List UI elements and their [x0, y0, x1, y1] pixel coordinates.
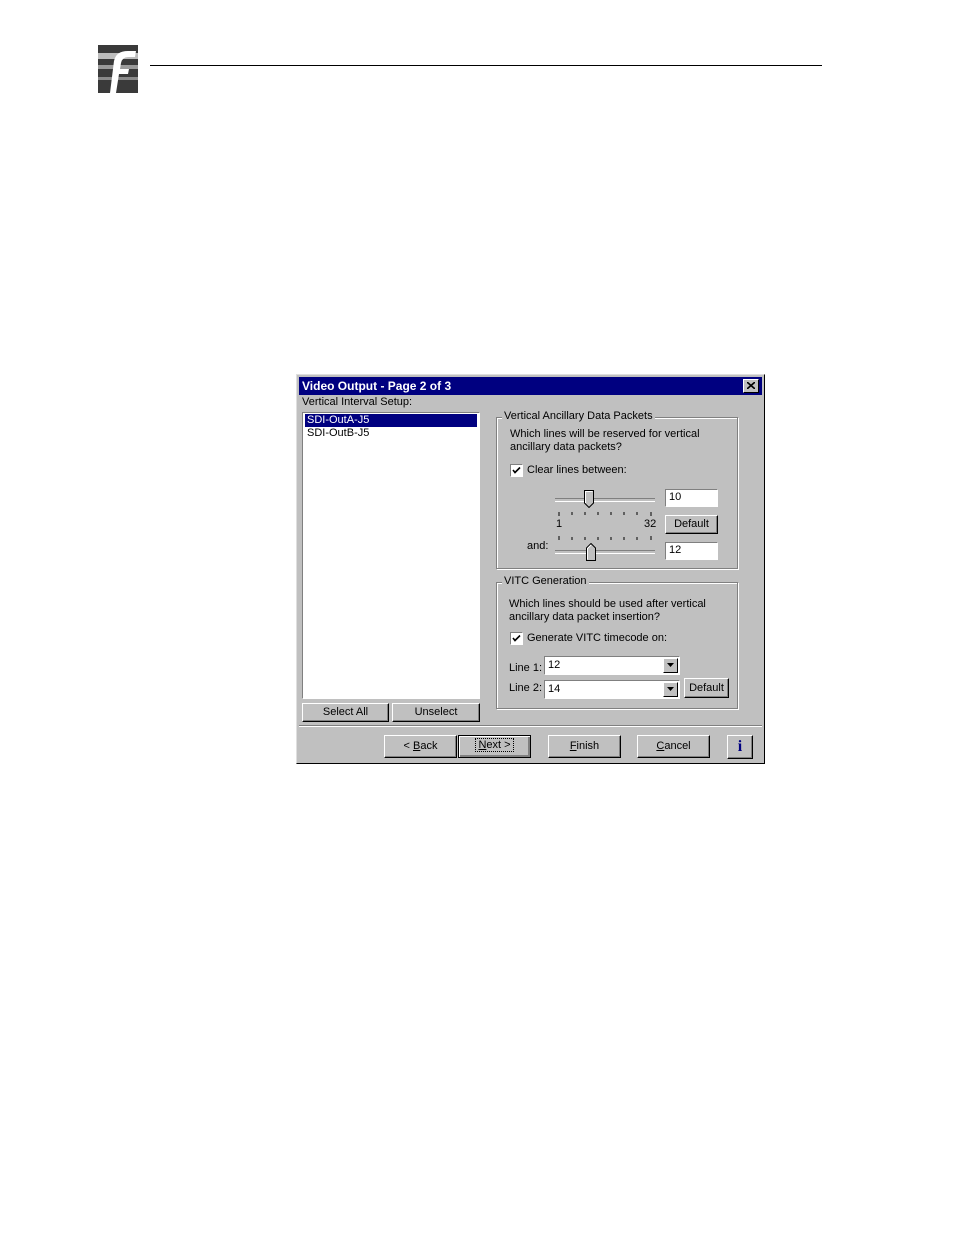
- clear-lines-checkbox[interactable]: [510, 464, 523, 477]
- slider-2-track: [555, 550, 655, 554]
- line-1-label: Line 1:: [509, 662, 543, 674]
- chevron-down-icon: [667, 663, 674, 667]
- slider-ticks-bottom: [558, 536, 652, 540]
- info-button[interactable]: i: [727, 735, 753, 759]
- checkmark-icon: [512, 466, 521, 474]
- generate-vitc-checkbox[interactable]: [510, 632, 523, 645]
- vanc-question-line2: ancillary data packets?: [510, 441, 622, 453]
- video-output-dialog: Video Output - Page 2 of 3 Vertical Inte…: [296, 374, 765, 764]
- vanc-question-line1: Which lines will be reserved for vertica…: [510, 428, 700, 440]
- info-icon: i: [737, 738, 743, 755]
- slider-1-thumb[interactable]: [584, 490, 594, 508]
- footer-separator: [299, 725, 762, 727]
- chevron-down-icon: [667, 687, 674, 691]
- and-label: and:: [527, 540, 549, 552]
- unselect-button[interactable]: Unselect: [392, 703, 480, 722]
- vitc-group-title: VITC Generation: [502, 575, 589, 587]
- close-icon: [746, 381, 756, 390]
- vanc-default-button[interactable]: Default: [665, 515, 718, 534]
- vanc-group-title: Vertical Ancillary Data Packets: [502, 410, 655, 422]
- line-1-dropdown-button[interactable]: [663, 658, 678, 673]
- list-item-sdi-outa[interactable]: SDI-OutA-J5: [305, 414, 477, 427]
- vitc-default-button[interactable]: Default: [684, 678, 729, 698]
- clear-lines-label: Clear lines between:: [527, 464, 627, 476]
- line-2-combobox[interactable]: 14: [544, 680, 680, 699]
- slider-min-label: 1: [556, 518, 563, 530]
- back-button[interactable]: < Back: [384, 735, 457, 758]
- slider-1-track: [555, 498, 655, 502]
- slider-ticks-top: [558, 512, 652, 516]
- next-button[interactable]: Next >: [458, 735, 531, 758]
- slider-1-value-field[interactable]: 10: [665, 489, 718, 507]
- line-2-label: Line 2:: [509, 682, 543, 694]
- slider-2-thumb[interactable]: [586, 543, 596, 561]
- slider-max-label: 32: [644, 518, 657, 530]
- list-item-sdi-outb[interactable]: SDI-OutB-J5: [305, 427, 369, 440]
- slider-2-value-field[interactable]: 12: [665, 542, 718, 560]
- header-rule: [150, 65, 822, 66]
- vertical-interval-setup-label: Vertical Interval Setup:: [302, 396, 413, 408]
- line-1-combobox[interactable]: 12: [544, 656, 680, 675]
- checkmark-icon: [512, 634, 521, 642]
- cancel-button[interactable]: Cancel: [637, 735, 710, 758]
- finish-button[interactable]: Finish: [548, 735, 621, 758]
- line-2-dropdown-button[interactable]: [663, 682, 678, 697]
- close-button[interactable]: [743, 379, 759, 393]
- output-listbox[interactable]: SDI-OutA-J5 SDI-OutB-J5: [302, 412, 480, 699]
- vitc-question-line1: Which lines should be used after vertica…: [509, 598, 706, 610]
- generate-vitc-label: Generate VITC timecode on:: [527, 632, 668, 644]
- select-all-button[interactable]: Select All: [302, 703, 389, 722]
- dialog-title: Video Output - Page 2 of 3: [302, 379, 452, 393]
- company-logo-icon: [96, 43, 140, 95]
- title-bar[interactable]: Video Output - Page 2 of 3: [299, 377, 762, 395]
- vitc-question-line2: ancillary data packet insertion?: [509, 611, 661, 623]
